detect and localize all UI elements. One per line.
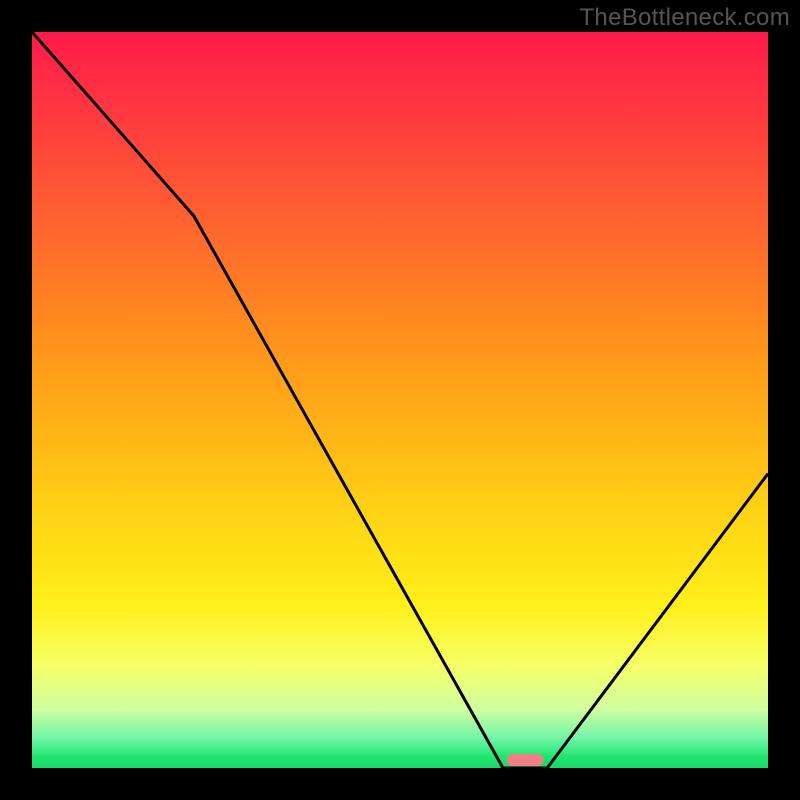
chart-svg xyxy=(32,32,768,768)
watermark-text: TheBottleneck.com xyxy=(579,4,790,32)
outer-frame: TheBottleneck.com xyxy=(0,0,800,800)
gradient-background xyxy=(32,32,768,768)
chart-plot-area xyxy=(32,32,768,768)
optimal-marker xyxy=(507,754,544,766)
